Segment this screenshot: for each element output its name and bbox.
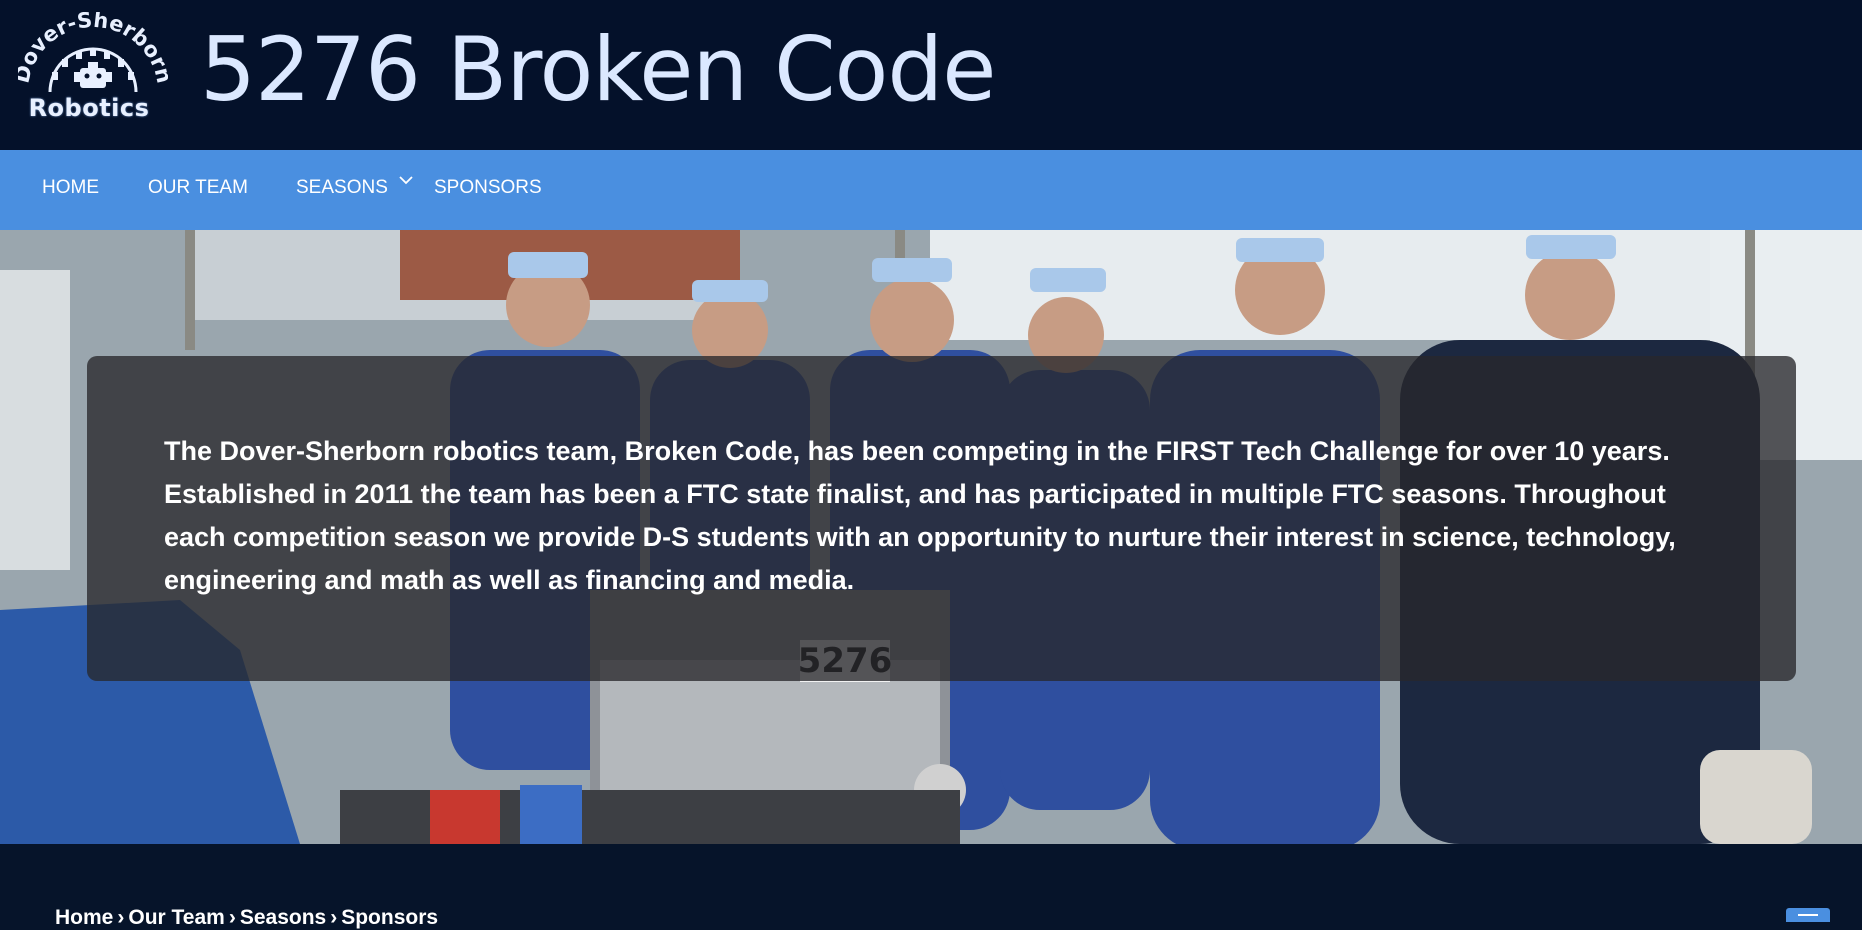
back-to-top-button[interactable]	[1786, 908, 1830, 922]
breadcrumb-seasons[interactable]: Seasons	[240, 906, 326, 929]
logo-bottom-text: Robotics	[28, 94, 150, 122]
nav-item-our-team[interactable]: OUR TEAM	[148, 150, 248, 230]
menu-lines-icon	[1798, 914, 1818, 916]
breadcrumb-separator: ›	[228, 906, 236, 929]
breadcrumb: Home › Our Team › Seasons › Sponsors	[55, 906, 438, 930]
breadcrumb-separator: ›	[330, 906, 338, 929]
breadcrumb-separator: ›	[117, 906, 125, 929]
breadcrumb-sponsors[interactable]: Sponsors	[341, 906, 438, 929]
intro-paragraph: The Dover-Sherborn robotics team, Broken…	[164, 436, 1676, 595]
breadcrumb-our-team[interactable]: Our Team	[128, 906, 224, 929]
nav-item-home[interactable]: HOME	[42, 150, 99, 230]
site-title[interactable]: 5276 Broken Code	[200, 14, 996, 126]
site-header: Dover-Sherborn	[0, 0, 1862, 150]
main-navigation: HOME OUR TEAM SEASONS SPONSORS	[0, 150, 1862, 230]
nav-item-seasons[interactable]: SEASONS	[296, 150, 388, 230]
breadcrumb-home[interactable]: Home	[55, 906, 113, 929]
nav-item-sponsors[interactable]: SPONSORS	[434, 150, 542, 230]
team-logo[interactable]: Dover-Sherborn	[9, 8, 176, 130]
chevron-down-icon[interactable]	[398, 172, 414, 188]
